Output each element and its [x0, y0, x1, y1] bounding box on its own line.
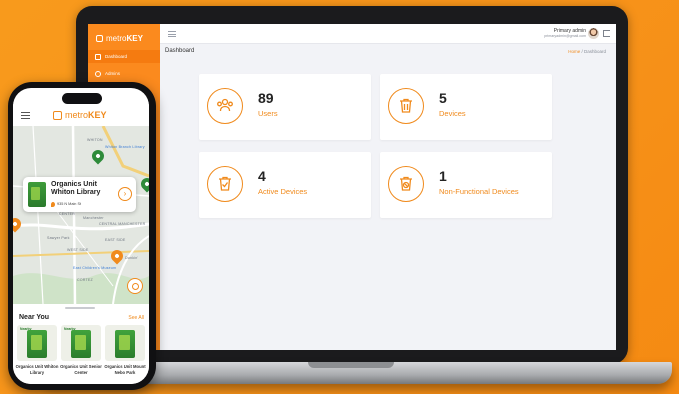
avatar[interactable]: [588, 28, 599, 39]
location-pin-icon: [51, 202, 55, 207]
dynamic-island: [62, 93, 102, 104]
active-devices-count: 4: [258, 168, 266, 184]
nearby-bin-card[interactable]: Nearby: [17, 325, 57, 361]
see-all-link[interactable]: See All: [128, 315, 144, 321]
bin-image: [71, 330, 91, 358]
bin-image: [27, 330, 47, 358]
logo-icon: [53, 110, 62, 120]
stat-card-active-devices[interactable]: 4 Active Devices: [199, 152, 371, 218]
laptop-notch: [308, 362, 394, 368]
mobile-header: metroKEY: [13, 104, 149, 126]
map-label: East Children's Museum: [73, 266, 117, 270]
dashboard-icon: [95, 53, 101, 60]
active-bin-icon: [207, 166, 243, 202]
users-label: Users: [258, 109, 278, 118]
stat-card-non-functional-devices[interactable]: 1 Non-Functional Devices: [380, 152, 552, 218]
sidebar-item-admins[interactable]: Admins: [88, 67, 160, 80]
map-label: Whiton Branch Library: [105, 145, 145, 149]
sheet-handle[interactable]: [65, 307, 95, 309]
page-title: Dashboard: [165, 48, 195, 54]
nearby-bin-card[interactable]: Nearby: [61, 325, 101, 361]
nearby-bin-name: Organics Unit Whiton Library: [15, 364, 59, 375]
location-title: Organics Unit Whiton Library: [51, 181, 101, 196]
map-label: Dunkin': [125, 256, 139, 260]
nearby-bin-name: Organics Unit Mount Nebo Park: [104, 364, 146, 375]
topbar: Primary admin primaryadmin@gmail.com: [160, 24, 616, 44]
sidebar-item-dashboard[interactable]: Dashboard: [88, 50, 160, 63]
brand-suffix: KEY: [126, 34, 143, 43]
admin-icon: [95, 70, 101, 77]
nearby-bin-name: Organics Unit Senior Center: [60, 364, 102, 375]
logout-icon[interactable]: [603, 30, 610, 37]
users-count: 89: [258, 90, 274, 106]
brand-prefix: metro: [65, 110, 89, 120]
location-card[interactable]: Organics Unit Whiton Library 935 N Main …: [23, 177, 136, 212]
devices-label: Devices: [439, 109, 466, 118]
map-label: CENTER: [59, 212, 75, 216]
sidebar-item-label: Admins: [105, 71, 121, 76]
mobile-brand-logo: metroKEY: [53, 110, 107, 120]
users-icon: [207, 88, 243, 124]
nearby-bin-card[interactable]: [105, 325, 145, 361]
map-label: CORTEZ: [77, 278, 93, 282]
bin-image: [115, 330, 135, 358]
breadcrumb-home-link[interactable]: Home: [568, 49, 580, 54]
stat-card-devices[interactable]: 5 Devices: [380, 74, 552, 140]
map-label: Manchester: [83, 216, 104, 220]
non-functional-devices-label: Non-Functional Devices: [439, 187, 519, 196]
active-devices-label: Active Devices: [258, 187, 308, 196]
location-address: 935 N Main St: [57, 202, 82, 206]
devices-count: 5: [439, 90, 447, 106]
bin-thumbnail: [28, 182, 46, 207]
map-view[interactable]: WHITON Whiton Branch Library CENTRAL MAN…: [13, 126, 149, 304]
chevron-right-icon[interactable]: ›: [118, 187, 132, 201]
mobile-app: metroKEY WHITON Whiton Branch Library CE…: [13, 88, 149, 384]
map-label: CENTRAL MANCHESTER: [99, 222, 146, 226]
broken-bin-icon: [388, 166, 424, 202]
trash-bin-icon: [388, 88, 424, 124]
menu-toggle-icon[interactable]: [168, 31, 176, 37]
map-label: WEST SIDE: [67, 248, 89, 252]
near-you-title: Near You: [19, 314, 50, 321]
brand-logo[interactable]: metroKEY: [88, 24, 160, 46]
near-you-sheet: Near You See All Nearby Organics Unit Wh…: [13, 304, 149, 384]
breadcrumb-current: Dashboard: [583, 49, 606, 54]
brand-suffix: KEY: [88, 110, 107, 120]
stat-card-users[interactable]: 89 Users: [199, 74, 371, 140]
admin-dashboard: metroKEY Dashboard Admins Primary admin …: [88, 24, 616, 350]
hamburger-menu-icon[interactable]: [21, 112, 30, 119]
logo-icon: [96, 35, 103, 42]
brand-prefix: metro: [106, 34, 127, 43]
map-label: WHITON: [87, 138, 103, 142]
map-label: EAST SIDE: [105, 238, 126, 242]
breadcrumb: Home / Dashboard: [568, 49, 606, 54]
sidebar-item-label: Dashboard: [105, 54, 128, 59]
non-functional-devices-count: 1: [439, 168, 447, 184]
admin-email: primaryadmin@gmail.com: [544, 34, 586, 38]
locate-me-button[interactable]: [127, 278, 143, 294]
map-label: Sawyer Park: [47, 236, 70, 240]
